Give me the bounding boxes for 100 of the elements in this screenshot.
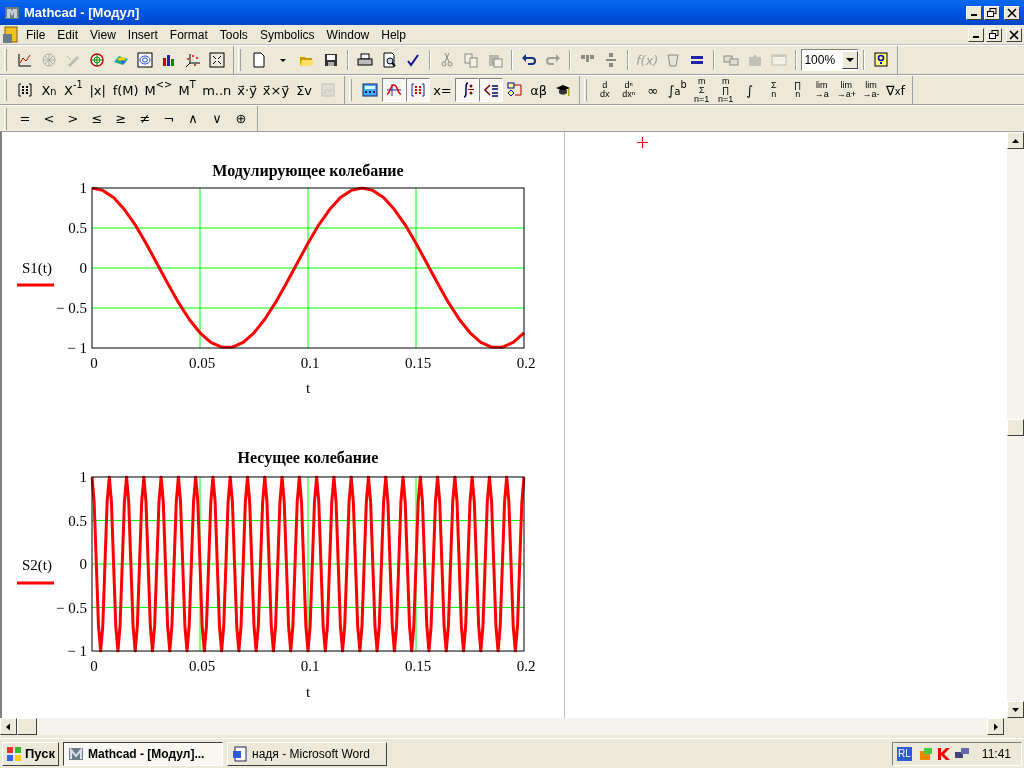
toolbar-button[interactable]: lim →a <box>809 78 834 102</box>
toolbar-button[interactable]: ⊕ <box>229 106 253 131</box>
legend-line <box>17 283 54 287</box>
tick-label: 0.2 <box>516 658 536 674</box>
scroll-left-button[interactable] <box>0 718 17 735</box>
crosshair-cursor-icon <box>637 137 648 148</box>
toolbar-button[interactable]: M$^{<>}$ <box>141 78 176 102</box>
tick-label: 0.15 <box>404 355 432 371</box>
scrollbar-corner <box>1004 718 1024 735</box>
legend-label: S1(t) <box>22 260 52 276</box>
close-button[interactable] <box>1004 5 1020 20</box>
tick-label: − 1 <box>67 340 87 356</box>
toolbar-button[interactable]: ≤ <box>85 106 109 131</box>
app-icon <box>68 745 84 762</box>
close-icon <box>1007 7 1017 18</box>
app-icon <box>4 4 20 21</box>
toolbar-button[interactable]: M$^{T}$ <box>175 78 200 102</box>
toolbar-button[interactable]: m..n <box>199 78 235 102</box>
toolbar-button[interactable]: ∏ n <box>785 78 810 102</box>
tick-label: 1 <box>79 469 87 485</box>
scroll-thumb[interactable] <box>1007 419 1024 436</box>
toolbar-button[interactable]: m ∏ n=1 <box>713 78 738 102</box>
toolbar-button[interactable]: lim →a- <box>858 78 883 102</box>
toolbar-button[interactable]: m Σ n=1 <box>689 78 714 102</box>
legend-line <box>17 581 54 585</box>
tick-label: 1 <box>79 180 87 196</box>
tick-label: 0.05 <box>188 355 216 371</box>
chart-title: Модулирующее колебание <box>212 162 404 179</box>
toolbar-button[interactable]: ≠ <box>133 106 157 131</box>
tick-label: 0.5 <box>68 512 87 529</box>
toolbar-button[interactable]: ∧ <box>181 106 205 131</box>
integral-icon[interactable] <box>454 78 479 102</box>
chart-title: Несущее колебание <box>237 449 379 466</box>
toolbar-button[interactable]: ∨ <box>205 106 229 131</box>
menu-item[interactable]: Symbolics <box>253 25 321 44</box>
scroll-thumb[interactable] <box>17 718 37 735</box>
scroll-up-button[interactable] <box>1007 132 1024 149</box>
toolbar-button[interactable]: = <box>13 106 37 131</box>
menu-item[interactable]: File <box>20 25 52 44</box>
document-icon <box>232 745 248 762</box>
toolbar-button[interactable]: lim →a+ <box>833 78 859 102</box>
tick-label: − 0.5 <box>56 599 87 616</box>
scroll-right-button[interactable] <box>987 718 1004 735</box>
toolbar-button[interactable]: ∫ <box>737 78 762 102</box>
tick-label: 0.05 <box>188 658 216 674</box>
menu-item[interactable]: Tools <box>213 25 254 44</box>
menu-item[interactable]: Help <box>375 25 412 44</box>
toolbar-button[interactable]: |x| <box>85 78 110 102</box>
zoom-combo[interactable]: 100% <box>801 49 860 71</box>
menu-item[interactable]: Format <box>163 25 214 44</box>
tick-label: 0 <box>90 658 98 674</box>
tick-label: 0 <box>90 355 98 371</box>
clock: 11:41 <box>981 745 1011 763</box>
language-badge[interactable]: RL <box>897 746 912 761</box>
axis-label: t <box>305 684 311 700</box>
toolbar-button[interactable]: x= <box>430 78 455 102</box>
toolbar-button[interactable]: x⃗×y⃗ <box>259 78 293 102</box>
toolbar-button[interactable]: ∞ <box>640 78 665 102</box>
minimize-button[interactable] <box>966 5 982 20</box>
tick-label: 0.5 <box>68 220 87 236</box>
menu-item[interactable]: View <box>84 25 122 44</box>
toolbar-button[interactable]: dⁿ dxⁿ <box>616 78 641 102</box>
tick-label: 0.2 <box>516 355 536 371</box>
tick-label: 0 <box>79 260 87 276</box>
toolbar-button[interactable]: ¬ <box>157 106 181 131</box>
axis-label: t <box>305 380 311 396</box>
toolbar-button[interactable]: ≥ <box>109 106 133 131</box>
tick-label: − 0.5 <box>56 300 87 316</box>
windows-flag-icon <box>6 745 22 762</box>
toolbar-button[interactable]: f(M) <box>109 78 142 102</box>
restore-icon <box>987 7 997 18</box>
toolbar-button[interactable]: Σ n <box>761 78 786 102</box>
document-icon[interactable] <box>2 25 20 44</box>
restore-icon <box>989 29 999 40</box>
scroll-down-button[interactable] <box>1007 701 1024 718</box>
menu-item[interactable]: Window <box>320 25 376 44</box>
graph-icon[interactable] <box>382 78 407 102</box>
maximize-button[interactable] <box>984 5 1000 20</box>
taskbar-button[interactable]: надя - Microsoft Word <box>227 741 387 766</box>
tick-label: 0.1 <box>300 658 320 674</box>
menu-item[interactable]: Edit <box>51 25 85 44</box>
document-close-button[interactable] <box>1006 27 1022 42</box>
document-maximize-button[interactable] <box>986 27 1002 42</box>
k-shape-icon[interactable] <box>935 745 952 762</box>
toolbar-button[interactable]: > <box>61 106 85 131</box>
start-button[interactable]: Пуск <box>2 741 59 766</box>
comparison-icon[interactable] <box>478 78 503 102</box>
toolbar-button[interactable]: < <box>37 106 61 131</box>
toolbar-button[interactable]: X$^{-1}$ <box>61 78 86 102</box>
window-title: Mathcad - [Модул] <box>24 3 141 22</box>
menu-item[interactable]: Insert <box>121 25 164 44</box>
tick-label: 0.1 <box>300 355 320 371</box>
toolbar-button[interactable]: Σv <box>292 78 317 102</box>
legend-label: S2(t) <box>22 557 52 573</box>
taskbar-button[interactable]: Mathcad - [Модул]... <box>63 741 223 766</box>
toolbar-button[interactable]: x⃗·y⃗ <box>234 78 260 102</box>
tick-label: 0.15 <box>404 658 432 674</box>
toolbar-button[interactable]: d dx <box>592 78 617 102</box>
toolbar-button[interactable]: αβ <box>526 78 551 102</box>
document-minimize-button[interactable] <box>968 27 984 42</box>
